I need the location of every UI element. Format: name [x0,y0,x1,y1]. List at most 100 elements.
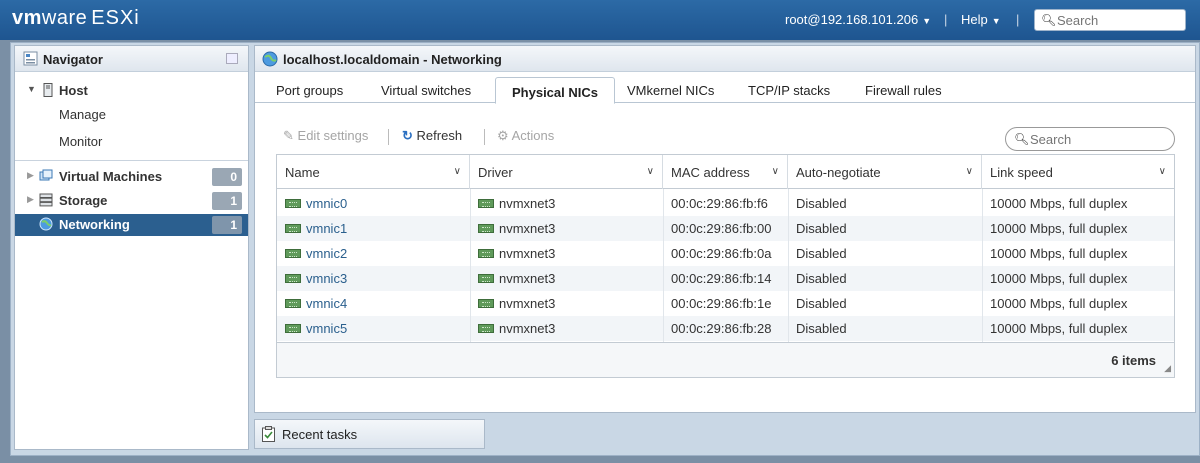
resize-grip-icon[interactable]: ◢ [1164,363,1171,374]
mac-cell: 00:0c:29:86:fb:00 [671,221,772,236]
nic-name-cell[interactable]: vmnic3 [285,271,347,286]
nic-name: vmnic4 [306,296,348,311]
nav-item-manage[interactable]: Manage [15,104,248,126]
link-speed-cell: 10000 Mbps, full duplex [990,296,1128,311]
nic-name-cell[interactable]: vmnic4 [285,296,347,311]
edit-settings-label: Edit settings [297,128,369,143]
refresh-button[interactable]: ↻ Refresh [402,128,462,144]
chevron-down-icon[interactable]: ∨ [1159,166,1166,177]
expanded-triangle-icon[interactable]: ▼ [27,84,36,94]
table-row[interactable]: vmnic0 nvmxnet3 00:0c:29:86:fb:f6 Disabl… [277,191,1174,216]
tab-firewall-rules[interactable]: Firewall rules [865,83,942,98]
nic-icon [285,324,301,333]
driver-icon [478,299,494,308]
search-icon: 🔍︎ [1041,13,1057,27]
networking-panel: localhost.localdomain - Networking Port … [254,45,1196,413]
chevron-down-icon[interactable]: ∨ [966,166,973,177]
host-icon [43,83,53,97]
column-divider [663,189,664,342]
tab-physical-nics[interactable]: Physical NICs [495,77,615,104]
tab-bar: Port groups Virtual switches Physical NI… [255,73,1195,104]
column-header-driver[interactable]: Driver ∨ [470,155,663,189]
nav-item-storage[interactable]: ▶ Storage 1 [15,190,248,212]
auto-negotiate-cell: Disabled [796,221,847,236]
panel-title: localhost.localdomain - Networking [283,52,502,67]
storage-icon [39,193,53,207]
refresh-label: Refresh [416,128,463,143]
nic-name-cell[interactable]: vmnic0 [285,196,347,211]
chevron-down-icon[interactable]: ∨ [454,166,461,177]
chevron-down-icon[interactable]: ∨ [772,166,779,177]
nic-name: vmnic3 [306,271,348,286]
pencil-icon: ✎ [283,128,294,143]
nav-item-networking[interactable]: Networking 1 [15,214,248,236]
link-speed-cell: 10000 Mbps, full duplex [990,246,1128,261]
nav-item-monitor[interactable]: Monitor [15,131,248,153]
table-row[interactable]: vmnic3 nvmxnet3 00:0c:29:86:fb:14 Disabl… [277,266,1174,291]
tab-vmkernel-nics[interactable]: VMkernel NICs [627,83,714,98]
nic-icon [285,299,301,308]
table-row[interactable]: vmnic1 nvmxnet3 00:0c:29:86:fb:00 Disabl… [277,216,1174,241]
nic-icon [285,274,301,283]
navigator-pane: Navigator ▼ Host Manage Monitor ▶ Virtua… [14,45,249,450]
link-speed-cell: 10000 Mbps, full duplex [990,221,1128,236]
search-icon: 🔍︎ [1014,132,1030,146]
caret-down-icon: ▼ [922,16,932,26]
mac-cell: 00:0c:29:86:fb:0a [671,246,772,261]
count-badge: 1 [212,216,242,234]
tab-virtual-switches[interactable]: Virtual switches [381,83,471,98]
user-menu[interactable]: root@192.168.101.206 ▼ [785,12,931,27]
edit-settings-button[interactable]: ✎ Edit settings [283,128,368,144]
help-menu[interactable]: Help ▼ [961,12,1001,27]
nav-monitor-label: Monitor [59,134,103,149]
global-search-input[interactable] [1055,12,1181,28]
driver-name: nvmxnet3 [499,296,556,311]
global-search[interactable]: 🔍︎ [1034,9,1186,31]
column-header-auto-negotiate[interactable]: Auto-negotiate ∨ [788,155,982,189]
driver-name: nvmxnet3 [499,221,556,236]
actions-button[interactable]: ⚙ Actions [497,128,554,144]
collapsed-triangle-icon[interactable]: ▶ [27,194,34,205]
nav-host-label: Host [59,83,88,98]
column-header-name[interactable]: Name ∨ [277,155,470,189]
tab-port-groups[interactable]: Port groups [276,83,343,98]
nic-name-cell[interactable]: vmnic5 [285,321,347,336]
caret-down-icon: ▼ [991,16,1001,26]
nav-virtual-machines-label: Virtual Machines [59,169,163,184]
chevron-down-icon[interactable]: ∨ [647,166,654,177]
divider: | [1016,12,1020,27]
collapse-pane-icon[interactable] [226,53,238,64]
tab-tcpip-stacks[interactable]: TCP/IP stacks [748,83,830,98]
table-search-input[interactable] [1028,131,1168,147]
divider: | [944,12,948,27]
driver-icon [478,274,494,283]
logo-product: ESXi [91,7,140,29]
table-row[interactable]: vmnic5 nvmxnet3 00:0c:29:86:fb:28 Disabl… [277,316,1174,341]
driver-cell: nvmxnet3 [478,246,555,261]
recent-tasks-label: Recent tasks [282,427,358,442]
column-header-mac-address[interactable]: MAC address ∨ [663,155,788,189]
driver-name: nvmxnet3 [499,271,556,286]
mac-cell: 00:0c:29:86:fb:28 [671,321,772,336]
nic-name-cell[interactable]: vmnic2 [285,246,347,261]
mac-cell: 00:0c:29:86:fb:1e [671,296,772,311]
nav-item-virtual-machines[interactable]: ▶ Virtual Machines 0 [15,166,248,188]
table-search[interactable]: 🔍︎ [1005,127,1175,151]
collapsed-triangle-icon[interactable]: ▶ [27,170,34,181]
link-speed-cell: 10000 Mbps, full duplex [990,321,1128,336]
clipboard-icon [262,426,275,442]
column-divider [788,189,789,342]
driver-name: nvmxnet3 [499,196,556,211]
table-row[interactable]: vmnic4 nvmxnet3 00:0c:29:86:fb:1e Disabl… [277,291,1174,316]
nav-item-host[interactable]: ▼ Host [15,80,248,102]
toolbar-divider [388,129,389,145]
table-row[interactable]: vmnic2 nvmxnet3 00:0c:29:86:fb:0a Disabl… [277,241,1174,266]
nic-icon [285,199,301,208]
nic-name: vmnic0 [306,196,348,211]
nic-icon [285,249,301,258]
column-header-link-speed[interactable]: Link speed ∨ [982,155,1174,189]
nic-name-cell[interactable]: vmnic1 [285,221,347,236]
recent-tasks-bar[interactable]: Recent tasks [254,419,485,449]
link-speed-cell: 10000 Mbps, full duplex [990,271,1128,286]
count-badge: 0 [212,168,242,186]
